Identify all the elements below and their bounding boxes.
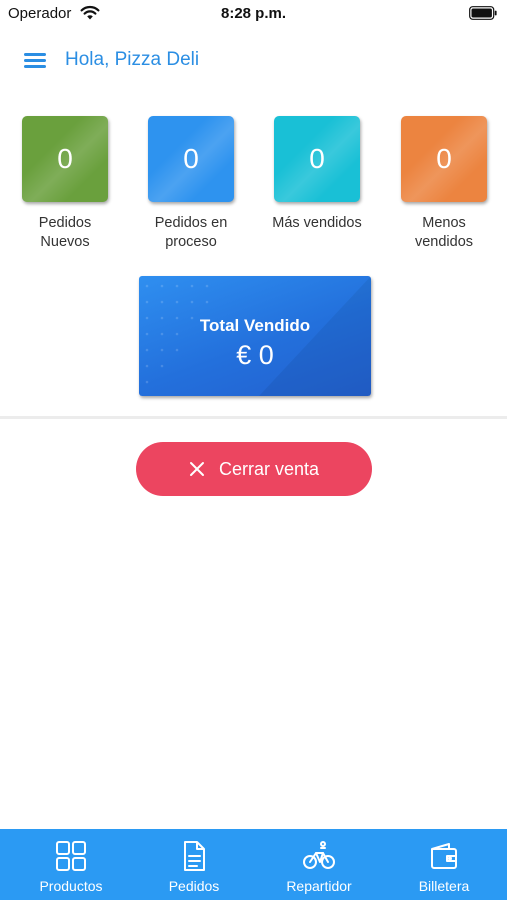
dots-pattern-decoration	[145, 276, 371, 396]
stat-orders-in-progress[interactable]: 0 Pedidos en proceso	[141, 116, 241, 252]
stat-new-orders[interactable]: 0 Pedidos Nuevos	[15, 116, 115, 252]
total-sold-card[interactable]: Total Vendido € 0	[139, 276, 371, 396]
close-sale-button[interactable]: Cerrar venta	[136, 442, 372, 496]
nav-item-productos[interactable]: Productos	[8, 829, 134, 900]
stat-new-orders-label: Pedidos Nuevos	[38, 215, 92, 250]
stat-best-sellers-value: 0	[309, 143, 325, 174]
close-icon	[189, 462, 204, 476]
stat-new-orders-box[interactable]: 0	[22, 116, 108, 202]
stat-orders-in-progress-value: 0	[183, 143, 199, 174]
stat-orders-in-progress-box[interactable]: 0	[148, 116, 234, 202]
nav-label-productos: Productos	[39, 878, 103, 894]
stat-orders-in-progress-label: Pedidos en proceso	[154, 215, 228, 250]
stat-least-sold[interactable]: 0 Menos vendidos	[394, 116, 494, 252]
nav-item-repartidor[interactable]: Repartidor	[256, 829, 382, 900]
nav-item-pedidos[interactable]: Pedidos	[131, 829, 257, 900]
nav-label-billetera: Billetera	[418, 878, 470, 894]
bicycle-icon	[303, 841, 335, 869]
stats-row: 0 Pedidos Nuevos 0 Pedidos en proceso 0 …	[0, 116, 507, 256]
stat-new-orders-value: 0	[57, 143, 73, 174]
battery-icon	[469, 6, 497, 20]
close-sale-label: Cerrar venta	[218, 458, 320, 479]
stat-least-sold-label: Menos vendidos	[414, 215, 474, 250]
app-header: Hola, Pizza Deli	[0, 40, 507, 80]
stat-best-sellers-label: Más vendidos	[272, 215, 362, 231]
nav-label-pedidos: Pedidos	[168, 878, 220, 894]
section-divider	[0, 416, 507, 419]
greeting-title: Hola, Pizza Deli	[65, 49, 200, 70]
status-bar: Operador 8:28 p.m.	[0, 0, 507, 28]
wallet-icon	[431, 843, 457, 869]
status-time: 8:28 p.m.	[220, 5, 287, 22]
stat-best-sellers-box[interactable]: 0	[274, 116, 360, 202]
total-sold-title: Total Vendido	[199, 316, 311, 335]
bottom-navigation: Productos Pedidos Repartidor Billetera	[0, 829, 507, 900]
stat-least-sold-box[interactable]: 0	[401, 116, 487, 202]
total-sold-amount: € 0	[236, 340, 274, 370]
stat-best-sellers[interactable]: 0 Más vendidos	[267, 116, 367, 233]
stat-least-sold-value: 0	[436, 143, 452, 174]
nav-label-repartidor: Repartidor	[286, 878, 352, 894]
nav-item-billetera[interactable]: Billetera	[381, 829, 507, 900]
document-icon	[184, 841, 205, 871]
grid-icon	[56, 841, 86, 871]
hamburger-menu-icon[interactable]	[22, 48, 48, 72]
